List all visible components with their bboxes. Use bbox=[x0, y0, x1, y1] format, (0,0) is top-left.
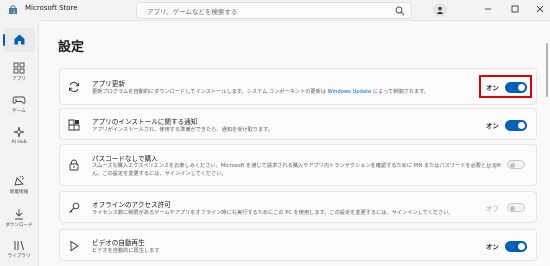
setting-description: ライセンス数に制限があるゲームやアプリをオフライン時にも実行するためにこの PC… bbox=[92, 210, 454, 216]
account-avatar[interactable] bbox=[433, 3, 447, 17]
install-notifications-toggle[interactable] bbox=[505, 120, 527, 131]
setting-description: スムーズな購入エクスペリエンスをお楽しみください。Microsoft を通じて請… bbox=[92, 163, 502, 177]
search-input[interactable]: アプリ、ゲームなどを検索する bbox=[147, 6, 411, 16]
close-button[interactable] bbox=[533, 2, 547, 16]
person-icon bbox=[436, 6, 444, 14]
setting-description: ビデオを自動的に再生します bbox=[92, 248, 160, 254]
sidebar-item-label: ダウンロード bbox=[5, 223, 33, 228]
sidebar-item-whats-new[interactable]: 新着情報 bbox=[0, 175, 38, 195]
maximize-icon bbox=[511, 5, 519, 13]
search-icon[interactable] bbox=[395, 6, 405, 16]
setting-description-text: によって制御されます。 bbox=[371, 89, 430, 95]
library-icon bbox=[14, 240, 24, 251]
whats-new-icon bbox=[14, 175, 25, 186]
setting-card-install-notifications: アプリのインストールに関する通知 アプリがインストールされ、使用する準備ができた… bbox=[59, 108, 537, 140]
toggle-state-label: オフ bbox=[486, 162, 499, 170]
scrollbar[interactable] bbox=[546, 43, 548, 97]
sidebar-item-label: AI Hub bbox=[11, 140, 27, 145]
sidebar-item-downloads[interactable]: ダウンロード bbox=[0, 208, 38, 228]
gamepad-icon bbox=[12, 96, 26, 104]
ai-hub-icon bbox=[13, 126, 25, 138]
key-icon bbox=[69, 202, 80, 213]
setting-title: オフラインのアクセス許可 bbox=[92, 201, 171, 209]
sidebar-item-home[interactable] bbox=[0, 33, 38, 46]
refresh-icon bbox=[69, 82, 79, 92]
video-autoplay-toggle[interactable] bbox=[505, 241, 527, 252]
sidebar-item-label: ライブラリ bbox=[7, 254, 31, 259]
search-box[interactable]: アプリ、ゲームなどを検索する bbox=[136, 2, 412, 19]
sidebar-item-apps[interactable]: アプリ bbox=[0, 62, 38, 82]
setting-card-app-updates: アプリ更新 更新プログラムを自動的にダウンロードしてインストールします。システム… bbox=[59, 68, 537, 105]
setting-title: アプリ更新 bbox=[92, 80, 125, 88]
setting-title: ビデオの自動再生 bbox=[92, 239, 145, 247]
setting-title: アプリのインストールに関する通知 bbox=[92, 118, 198, 126]
setting-description-text: 更新プログラムを自動的にダウンロードしてインストールします。システム コンポーネ… bbox=[92, 89, 328, 95]
setting-card-passcode-free-purchase: パスコードなしで購入 スムーズな購入エクスペリエンスをお楽しみください。Micr… bbox=[59, 144, 537, 186]
toggle-state-label: オフ bbox=[486, 205, 499, 213]
home-icon bbox=[14, 34, 24, 45]
sidebar-item-label: ゲーム bbox=[12, 109, 26, 114]
sidebar-item-library[interactable]: ライブラリ bbox=[0, 239, 38, 259]
toggle-state-label: オン bbox=[486, 243, 499, 251]
offline-permissions-toggle[interactable] bbox=[507, 203, 525, 212]
setting-description: 更新プログラムを自動的にダウンロードしてインストールします。システム コンポーネ… bbox=[92, 88, 502, 96]
windows-update-link[interactable]: Windows Update bbox=[328, 89, 372, 95]
sidebar-item-label: 新着情報 bbox=[9, 190, 29, 195]
sidebar-item-games[interactable]: ゲーム bbox=[0, 94, 38, 114]
minimize-button[interactable] bbox=[481, 2, 495, 16]
highlight-box bbox=[479, 75, 532, 98]
app-title: Microsoft Store bbox=[25, 4, 78, 12]
play-icon bbox=[70, 240, 79, 252]
passcode-free-purchase-toggle[interactable] bbox=[507, 160, 525, 169]
setting-card-offline-permissions: オフラインのアクセス許可 ライセンス数に制限があるゲームやアプリをオフライン時に… bbox=[59, 191, 537, 223]
lock-icon bbox=[69, 159, 79, 171]
setting-card-video-autoplay: ビデオの自動再生 ビデオを自動的に再生します オン bbox=[59, 229, 537, 261]
sidebar-item-label: アプリ bbox=[12, 77, 26, 82]
toggle-state-label: オン bbox=[486, 122, 499, 130]
store-logo-icon bbox=[9, 5, 17, 14]
sidebar-item-ai-hub[interactable]: AI Hub bbox=[0, 126, 38, 145]
notification-icon bbox=[68, 119, 80, 131]
minimize-icon bbox=[485, 8, 491, 10]
close-icon bbox=[536, 5, 544, 13]
title-bar: Microsoft Store アプリ、ゲームなどを検索する bbox=[0, 0, 550, 20]
apps-icon bbox=[13, 62, 25, 74]
download-icon bbox=[15, 209, 23, 220]
page-title: 設定 bbox=[58, 40, 85, 55]
maximize-button[interactable] bbox=[508, 2, 522, 16]
sidebar-nav: アプリ ゲーム AI Hub 新着情報 ダウンロード ライブラリ bbox=[0, 20, 38, 266]
setting-description: アプリがインストールされ、使用する準備ができたら、通知を受け取ります。 bbox=[92, 127, 273, 133]
settings-content: 設定 アプリ更新 更新プログラムを自動的にダウンロードしてインストールします。シ… bbox=[38, 20, 550, 266]
